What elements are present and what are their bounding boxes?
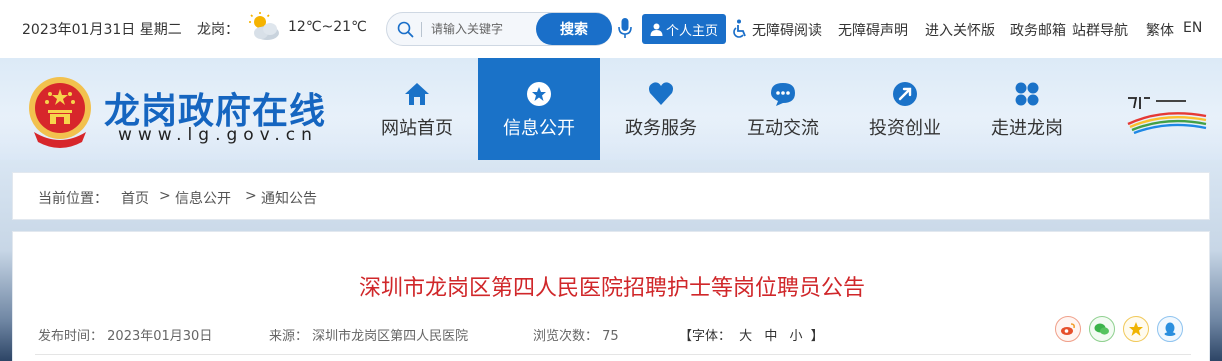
nav-item-interaction[interactable]: 互动交流 xyxy=(722,58,844,160)
article-title: 深圳市龙岗区第四人民医院招聘护士等岗位聘员公告 xyxy=(358,276,865,301)
breadcrumb: 当前位置： 首页 > 信息公开 > 通知公告 xyxy=(12,172,1210,220)
breadcrumb-notices[interactable]: 通知公告 xyxy=(261,188,317,208)
font-size-large[interactable]: 大 xyxy=(739,329,752,344)
font-size-control: 【字体： 大 中 小 】 xyxy=(679,325,824,344)
share-wechat-button[interactable] xyxy=(1089,316,1115,342)
search-divider xyxy=(421,22,422,37)
view-count: 浏览次数： 75 xyxy=(533,325,619,344)
star-icon xyxy=(527,82,551,106)
source-value: 深圳市龙岗区第四人民医院 xyxy=(312,329,469,344)
microphone-icon[interactable] xyxy=(618,17,632,39)
top-utility-bar: 2023年01月31日 星期二 龙岗： 12℃~21℃ 搜索 个人主页 xyxy=(0,0,1222,58)
source-label: 来源： xyxy=(269,329,309,344)
accessibility-statement-link[interactable]: 无障碍声明 xyxy=(838,20,908,40)
personal-homepage-label: 个人主页 xyxy=(665,23,718,39)
nav-label-gov-services: 政务服务 xyxy=(625,118,697,139)
search-icon[interactable] xyxy=(397,21,414,38)
rocket-icon xyxy=(893,82,917,106)
traditional-chinese-link[interactable]: 繁体 xyxy=(1146,20,1174,40)
user-icon xyxy=(650,23,663,36)
accessibility-icon[interactable] xyxy=(732,19,748,39)
nav-label-info-disclosure: 信息公开 xyxy=(503,118,575,139)
article-divider xyxy=(35,354,1191,355)
temperature: 12℃~21℃ xyxy=(288,19,367,35)
publish-date: 2023年01月30日 xyxy=(107,329,213,344)
gov-email-link[interactable]: 政务邮箱 xyxy=(1010,20,1066,40)
current-date: 2023年01月31日 星期二 xyxy=(22,22,182,38)
breadcrumb-label: 当前位置： xyxy=(38,191,108,207)
city-label: 龙岗： xyxy=(197,22,239,38)
nav-label-home: 网站首页 xyxy=(381,118,453,139)
search-input[interactable] xyxy=(431,17,531,41)
english-link[interactable]: EN xyxy=(1183,20,1202,36)
publish-time-label: 发布时间： xyxy=(38,329,104,344)
breadcrumb-home[interactable]: 首页 xyxy=(121,188,149,208)
article-source: 来源： 深圳市龙岗区第四人民医院 xyxy=(269,325,468,344)
font-size-close: 】 xyxy=(810,329,824,344)
nav-label-about-longgang: 走进龙岗 xyxy=(991,118,1063,139)
home-icon xyxy=(405,83,429,105)
search-button[interactable]: 搜索 xyxy=(536,13,612,45)
accessible-reading-link[interactable]: 无障碍阅读 xyxy=(752,20,822,40)
cloud-sun-icon xyxy=(249,12,279,40)
share-favorite-button[interactable] xyxy=(1123,316,1149,342)
view-count-value: 75 xyxy=(602,329,619,344)
care-mode-link[interactable]: 进入关怀版 xyxy=(925,20,995,40)
chat-icon xyxy=(771,83,795,106)
site-group-nav-link[interactable]: 站群导航 xyxy=(1072,20,1128,40)
breadcrumb-separator: > xyxy=(245,188,257,204)
share-weibo-button[interactable] xyxy=(1055,316,1081,342)
nav-item-home[interactable]: 网站首页 xyxy=(356,58,478,160)
publish-time: 发布时间： 2023年01月30日 xyxy=(38,325,212,344)
breadcrumb-info-disclosure[interactable]: 信息公开 xyxy=(175,188,231,208)
breadcrumb-separator: > xyxy=(159,188,171,204)
nav-item-info-disclosure[interactable]: 信息公开 xyxy=(478,58,600,160)
heart-icon xyxy=(649,82,673,105)
main-nav: 网站首页 信息公开 政务服务 互动交流 投资创业 走进龙岗 xyxy=(356,58,1088,160)
site-header: 龙岗政府在线 www.lg.gov.cn 网站首页 信息公开 政务服务 互动交流… xyxy=(0,58,1222,160)
nav-item-investment[interactable]: 投资创业 xyxy=(844,58,966,160)
shenzhen-china-logo[interactable] xyxy=(1122,94,1210,134)
favorite-icon xyxy=(1129,322,1143,336)
qq-icon xyxy=(1164,322,1176,336)
font-size-small[interactable]: 小 xyxy=(789,329,802,344)
site-url: www.lg.gov.cn xyxy=(118,125,318,145)
wechat-icon xyxy=(1094,323,1109,335)
font-size-label: 【字体： xyxy=(679,329,732,344)
font-size-medium[interactable]: 中 xyxy=(764,329,777,344)
grid-icon xyxy=(1015,82,1039,106)
nav-label-investment: 投资创业 xyxy=(869,118,941,139)
article-panel: 深圳市龙岗区第四人民医院招聘护士等岗位聘员公告 发布时间： 2023年01月30… xyxy=(12,231,1210,361)
national-emblem-icon[interactable] xyxy=(26,72,94,152)
nav-item-about-longgang[interactable]: 走进龙岗 xyxy=(966,58,1088,160)
weibo-icon xyxy=(1061,323,1075,335)
share-qq-button[interactable] xyxy=(1157,316,1183,342)
personal-homepage-button[interactable]: 个人主页 xyxy=(642,14,726,44)
view-count-label: 浏览次数： xyxy=(533,329,599,344)
nav-label-interaction: 互动交流 xyxy=(747,118,819,139)
nav-item-gov-services[interactable]: 政务服务 xyxy=(600,58,722,160)
